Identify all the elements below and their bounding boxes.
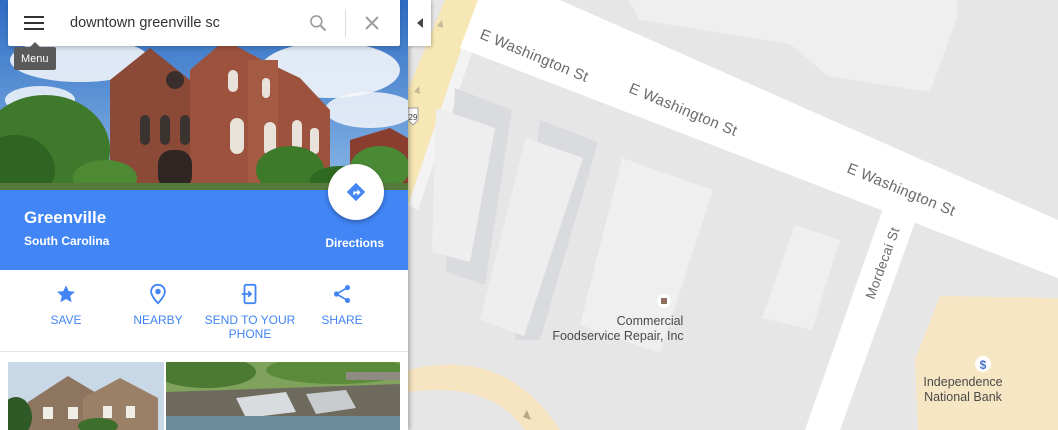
search-icon (310, 15, 327, 32)
poi-label-line2: Foodservice Repair, Inc (552, 329, 683, 343)
place-subtitle: South Carolina (24, 234, 110, 248)
svg-text:$: $ (980, 358, 987, 372)
save-button[interactable]: SAVE (20, 282, 112, 327)
search-button[interactable] (306, 11, 330, 35)
action-bar: SAVE NEARBY SEND TO YOUR PHONE SHARE (0, 270, 408, 352)
location-pin-icon (150, 283, 166, 305)
directions-label[interactable]: Directions (325, 236, 384, 250)
send-to-phone-icon (241, 283, 257, 305)
search-box (8, 0, 400, 46)
collapse-panel-button[interactable] (408, 0, 431, 46)
nearby-button[interactable]: NEARBY (112, 282, 204, 327)
photo-thumbnail[interactable] (8, 362, 164, 430)
share-icon (333, 285, 351, 303)
caret-left-icon (416, 18, 423, 28)
photo-thumbnail[interactable] (166, 362, 400, 430)
poi-label-line2: National Bank (924, 390, 1003, 404)
place-side-panel: Greenville South Carolina Directions SAV… (0, 0, 408, 430)
menu-button[interactable] (22, 12, 46, 34)
send-to-phone-label: SEND TO YOUR PHONE (204, 313, 296, 341)
poi-label-line1: Commercial (617, 314, 684, 328)
place-title: Greenville (24, 208, 107, 227)
photo-strip (0, 362, 408, 430)
directions-icon (346, 182, 366, 202)
poi-label-line1: Independence (923, 375, 1002, 389)
save-label: SAVE (50, 313, 82, 327)
search-input[interactable] (70, 12, 300, 34)
nearby-label: NEARBY (133, 313, 183, 327)
close-icon (365, 16, 379, 30)
directions-button[interactable] (328, 164, 384, 220)
hamburger-menu-icon (24, 16, 44, 30)
search-divider (345, 9, 346, 37)
menu-tooltip: Menu (14, 42, 56, 70)
highway-shield-label: 29 (409, 113, 418, 122)
share-button[interactable]: SHARE (296, 282, 388, 327)
share-label: SHARE (321, 313, 363, 327)
star-icon (57, 285, 75, 303)
clear-search-button[interactable] (360, 11, 384, 35)
send-to-phone-button[interactable]: SEND TO YOUR PHONE (204, 282, 296, 341)
